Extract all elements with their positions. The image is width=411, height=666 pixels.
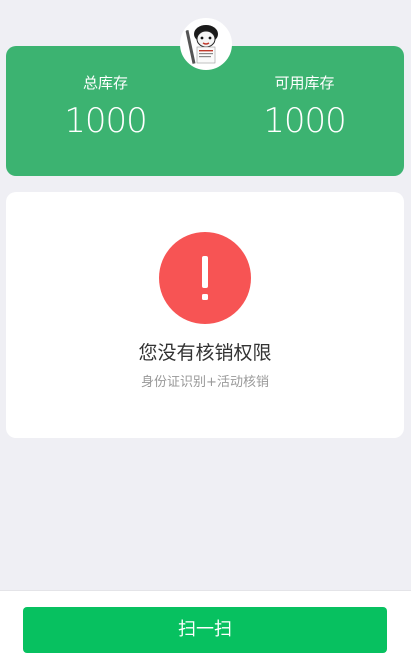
total-stock-label: 总库存 (82, 74, 128, 92)
permission-notice-card: 您没有核销权限 身份证识别+活动核销 (6, 192, 404, 438)
total-stock: 总库存 1000 (6, 46, 205, 143)
total-stock-value: 1000 (64, 101, 148, 141)
scan-button[interactable]: 扫一扫 (23, 607, 387, 653)
available-stock-label: 可用库存 (274, 74, 335, 92)
avatar (180, 18, 232, 70)
bottom-bar: 扫一扫 (0, 590, 411, 666)
exclamation-icon (159, 232, 251, 324)
no-permission-title: 您没有核销权限 (138, 342, 272, 364)
avatar-image (182, 20, 230, 68)
available-stock: 可用库存 1000 (205, 46, 404, 143)
page: 总库存 1000 可用库存 1000 您没有核销权限 身份证识别+活动核销 扫一… (0, 0, 411, 666)
available-stock-value: 1000 (263, 101, 347, 141)
no-permission-subtitle: 身份证识别+活动核销 (141, 375, 269, 390)
